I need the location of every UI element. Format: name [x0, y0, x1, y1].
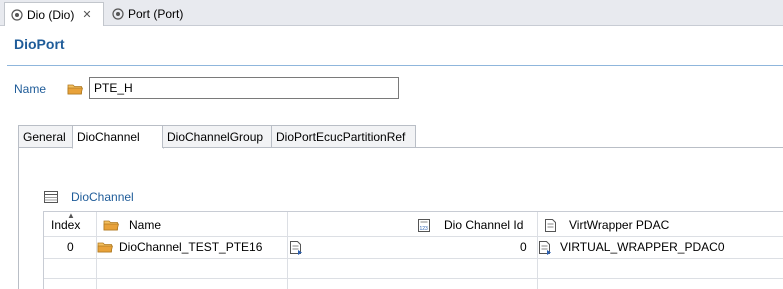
- folder-icon: [67, 84, 83, 95]
- name-input[interactable]: [89, 77, 399, 99]
- column-header-name[interactable]: Name: [129, 217, 161, 233]
- table-cell-dio-channel-id[interactable]: 0: [520, 239, 527, 255]
- folder-icon: [97, 242, 113, 253]
- table-heading: DioChannel: [44, 190, 134, 204]
- port-editor-icon: [112, 8, 124, 20]
- table-icon: [44, 191, 58, 203]
- tab-dioportecucpartitionref[interactable]: DioPortEcucPartitionRef: [271, 125, 416, 148]
- page-title: DioPort: [14, 36, 65, 52]
- row-divider: [44, 236, 783, 237]
- reference-icon: [545, 219, 556, 232]
- table-title: DioChannel: [71, 190, 134, 204]
- tab-diochannel[interactable]: DioChannel: [72, 125, 164, 149]
- editor-tab-strip: Dio (Dio) ✕ Port (Port): [0, 0, 783, 26]
- editor-tab-dio-label: Dio (Dio): [27, 7, 75, 22]
- folder-icon: [103, 220, 119, 231]
- row-divider: [44, 258, 783, 259]
- table-cell-index[interactable]: 0: [67, 239, 74, 255]
- section-tab-bar: General DioChannel DioChannelGroup DioPo…: [18, 124, 783, 149]
- editor-tab-port[interactable]: Port (Port): [106, 2, 218, 26]
- table-cell-virtwrapper-pdac[interactable]: VIRTUAL_WRAPPER_PDAC0: [560, 239, 725, 255]
- editor-tab-port-label: Port (Port): [128, 7, 184, 21]
- tab-general-label: General: [23, 129, 66, 144]
- svg-text:123: 123: [420, 226, 429, 232]
- editor-tab-dio[interactable]: Dio (Dio) ✕: [4, 2, 104, 26]
- close-icon[interactable]: ✕: [82, 8, 91, 21]
- column-header-dio-channel-id[interactable]: Dio Channel Id: [444, 217, 523, 233]
- table-cell-name[interactable]: DioChannel_TEST_PTE16: [119, 239, 262, 255]
- tab-general[interactable]: General: [18, 125, 74, 148]
- name-label: Name: [14, 82, 47, 96]
- dio-editor-icon: [11, 8, 23, 21]
- row-divider: [44, 278, 783, 279]
- title-divider: [7, 65, 783, 66]
- tab-diochannelgroup[interactable]: DioChannelGroup: [162, 125, 272, 148]
- column-header-index[interactable]: Index: [51, 217, 80, 233]
- tab-dioportecucpartitionref-label: DioPortEcucPartitionRef: [276, 129, 406, 144]
- reference-icon[interactable]: [539, 241, 552, 255]
- tab-diochannelgroup-label: DioChannelGroup: [167, 129, 264, 144]
- number-field-icon: 123: [418, 219, 430, 232]
- diochannel-table: ▲ Index Name 123 Dio Channel Id VirtWrap…: [43, 211, 783, 289]
- reference-icon[interactable]: [290, 241, 303, 255]
- tab-diochannel-label: DioChannel: [77, 130, 140, 144]
- column-header-virtwrapper-pdac[interactable]: VirtWrapper PDAC: [569, 217, 669, 233]
